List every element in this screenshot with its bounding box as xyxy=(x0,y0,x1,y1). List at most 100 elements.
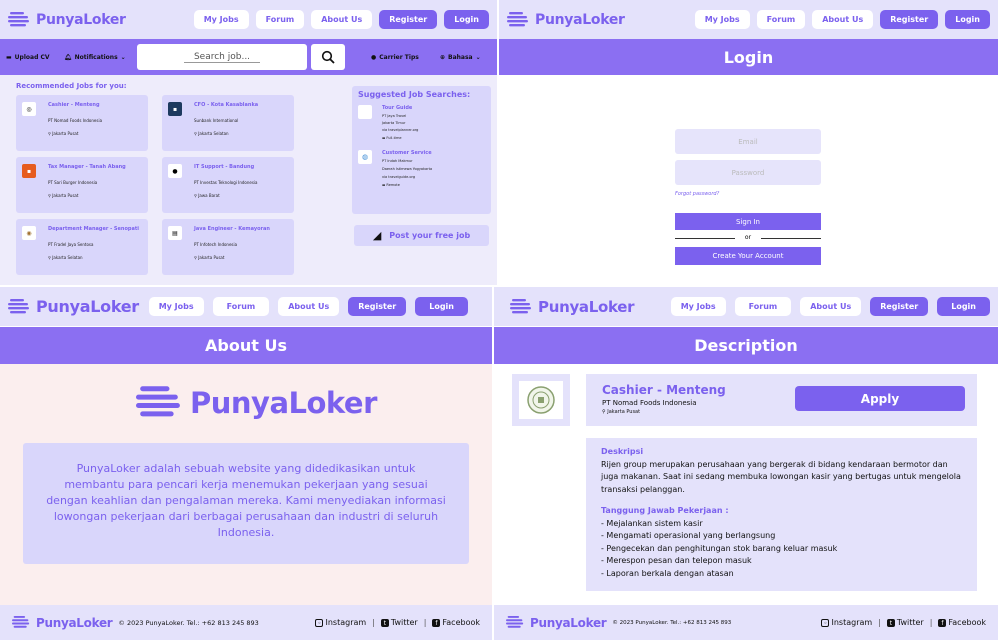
suggested-item-company: PT Jaya Travel xyxy=(382,114,407,118)
email-field[interactable]: Email xyxy=(675,129,821,154)
nav-register-button[interactable]: Register xyxy=(348,297,407,316)
nav-forum-button[interactable]: Forum xyxy=(734,297,792,316)
search-button[interactable] xyxy=(311,44,345,70)
suggested-item[interactable]: ◍ Customer Service PT Indah Makmur Daera… xyxy=(358,150,486,195)
brand-logo[interactable]: PunyaLoker xyxy=(8,297,139,316)
suggested-item-via: via travelplanner.org xyxy=(382,128,419,132)
nav-login-button[interactable]: Login xyxy=(945,10,990,29)
brand-logo[interactable]: PunyaLoker xyxy=(8,11,126,29)
instagram-link[interactable]: ◦ Instagram xyxy=(821,618,872,628)
nav-login-button[interactable]: Login xyxy=(937,297,990,316)
job-company: PT Sari Burger Indonesia xyxy=(48,180,98,185)
instagram-link[interactable]: ◦ Instagram xyxy=(315,618,366,628)
twitter-link[interactable]: t Twitter xyxy=(380,618,418,628)
task-item: - Pengecekan dan penghitungan stok baran… xyxy=(601,543,838,553)
create-account-button[interactable]: Create Your Account xyxy=(675,247,821,265)
navbar: PunyaLoker My Jobs Forum About Us Regist… xyxy=(499,0,998,39)
job-title: IT Support - Bandung xyxy=(194,164,255,170)
search-icon xyxy=(321,50,335,64)
sign-in-button[interactable]: Sign In xyxy=(675,213,821,230)
company-logo: ▪ xyxy=(168,102,182,116)
twitter-link[interactable]: t Twitter xyxy=(886,618,924,628)
brand-name: PunyaLoker xyxy=(36,297,139,316)
password-field[interactable]: Password xyxy=(675,160,821,185)
job-card[interactable]: ▪ CFO - Kota Kasablanka Sunbank Internat… xyxy=(162,95,294,151)
nav-my-jobs-button[interactable]: My Jobs xyxy=(193,10,249,29)
nav-my-jobs-button[interactable]: My Jobs xyxy=(670,297,726,316)
brand-name: PunyaLoker xyxy=(535,11,625,28)
nav-register-button[interactable]: Register xyxy=(880,10,939,29)
facebook-label: Facebook xyxy=(948,617,986,627)
suggested-item[interactable]: Tour Guide PT Jaya Travel Jakarta Timur … xyxy=(358,105,486,145)
company-logo: ◉ xyxy=(22,226,36,240)
page-title: About Us xyxy=(0,327,492,364)
job-company: Sunbank International xyxy=(194,118,239,123)
notifications-button[interactable]: 🔔︎ Notifications ⌄ xyxy=(64,54,126,61)
job-card[interactable]: ▤ Java Engineer - Kemayoran PT Infotech … xyxy=(162,219,294,275)
nav-register-button[interactable]: Register xyxy=(379,10,438,29)
login-page: PunyaLoker My Jobs Forum About Us Regist… xyxy=(499,0,998,285)
recommended-title: Recommended Jobs for you: xyxy=(16,82,127,90)
job-location-text: Jakarta Pusat xyxy=(198,255,225,260)
twitter-icon: t xyxy=(886,619,895,628)
facebook-link[interactable]: f Facebook xyxy=(432,618,480,628)
job-company: PT Nomad Foods Indonesia xyxy=(602,399,697,407)
footer-brand-name: PunyaLoker xyxy=(36,615,113,630)
separator: | xyxy=(423,618,427,627)
or-divider: or xyxy=(675,234,821,242)
nav-my-jobs-button[interactable]: My Jobs xyxy=(694,10,750,29)
job-location: ⚲ Jakarta Pusat xyxy=(48,131,79,136)
brand-logo[interactable]: PunyaLoker xyxy=(510,298,635,316)
logo-icon xyxy=(12,615,30,628)
company-logo xyxy=(358,105,372,119)
job-title: Tax Manager - Tanah Abang xyxy=(48,164,126,170)
nav-forum-button[interactable]: Forum xyxy=(212,297,270,316)
language-select[interactable]: ⊕ Bahasa ⌄ xyxy=(440,54,481,61)
job-card[interactable]: ◎ Cashier - Menteng PT Nomad Foods Indon… xyxy=(16,95,148,151)
social-links: ◦ Instagram | t Twitter | f Facebook xyxy=(821,618,986,628)
suggested-item-type-text: Full-time xyxy=(386,136,402,140)
carrier-tips-label: Carrier Tips xyxy=(379,53,419,61)
nav-forum-button[interactable]: Forum xyxy=(255,10,305,29)
nav-register-button[interactable]: Register xyxy=(870,297,929,316)
nav-login-button[interactable]: Login xyxy=(444,10,489,29)
job-card[interactable]: ● IT Support - Bandung PT Investas Tekno… xyxy=(162,157,294,213)
nav-forum-button[interactable]: Forum xyxy=(756,10,806,29)
nav-about-button[interactable]: About Us xyxy=(278,297,340,316)
facebook-link[interactable]: f Facebook xyxy=(938,618,986,628)
or-label: or xyxy=(735,234,761,242)
megaphone-icon: ◢ xyxy=(372,229,382,242)
carrier-tips-button[interactable]: ● Carrier Tips xyxy=(371,54,419,61)
nav-my-jobs-button[interactable]: My Jobs xyxy=(148,297,204,316)
notifications-label: Notifications xyxy=(74,53,118,61)
facebook-icon: f xyxy=(432,619,441,628)
upload-cv-button[interactable]: ▬ Upload CV xyxy=(6,54,50,61)
about-logo-text: PunyaLoker xyxy=(190,386,377,420)
post-job-button[interactable]: ◢ Post your free job xyxy=(354,225,489,246)
job-card[interactable]: ▪ Tax Manager - Tanah Abang PT Sari Burg… xyxy=(16,157,148,213)
logo-icon xyxy=(8,298,29,313)
job-location-text: Jakarta Pusat xyxy=(607,409,641,415)
suggested-title: Suggested Job Searches: xyxy=(358,90,471,99)
forgot-password-link[interactable]: Forgot password? xyxy=(675,191,719,197)
nav-login-button[interactable]: Login xyxy=(415,297,468,316)
apply-button[interactable]: Apply xyxy=(795,386,965,411)
post-job-label: Post your free job xyxy=(389,231,471,240)
nav-about-button[interactable]: About Us xyxy=(800,297,862,316)
about-page: PunyaLoker My Jobs Forum About Us Regist… xyxy=(0,287,492,640)
suggested-item-via: via travelguide.org xyxy=(382,175,416,179)
suggested-searches-panel: Suggested Job Searches: Tour Guide PT Ja… xyxy=(352,86,491,214)
task-item: - Merespon pesan dan telepon masuk xyxy=(601,556,752,565)
nav-about-button[interactable]: About Us xyxy=(311,10,373,29)
suggested-item-type: ▬ Full-time xyxy=(382,136,402,140)
job-card[interactable]: ◉ Department Manager - Senopati PT Frade… xyxy=(16,219,148,275)
job-company: PT Nomad Foods Indonesia xyxy=(48,118,103,123)
suggested-item-type-text: Remote xyxy=(386,183,400,187)
company-logo: ▪ xyxy=(22,164,36,178)
nav-about-button[interactable]: About Us xyxy=(812,10,874,29)
twitter-icon: t xyxy=(380,619,389,628)
brand-logo[interactable]: PunyaLoker xyxy=(507,11,625,29)
social-links: ◦ Instagram | t Twitter | f Facebook xyxy=(315,618,480,628)
home-page: PunyaLoker My Jobs Forum About Us Regist… xyxy=(0,0,497,285)
search-input[interactable]: Search job... xyxy=(137,44,307,70)
